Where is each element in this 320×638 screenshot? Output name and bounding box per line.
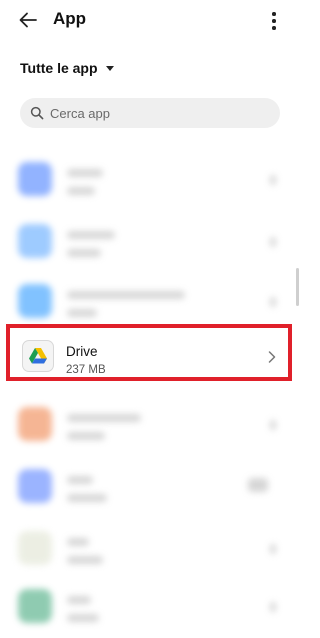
app-icon	[18, 284, 52, 318]
app-name-placeholder	[67, 231, 115, 239]
app-name-placeholder	[67, 169, 103, 177]
chevron-right-icon	[270, 175, 276, 185]
drive-list-item-target[interactable]	[10, 328, 288, 377]
app-size-placeholder	[67, 249, 101, 257]
app-name-placeholder	[67, 291, 185, 299]
list-item[interactable]	[0, 576, 300, 638]
app-icon	[18, 531, 52, 565]
list-item[interactable]	[0, 149, 300, 211]
more-vert-icon	[272, 12, 276, 16]
more-vert-icon	[272, 26, 276, 30]
app-name-placeholder	[67, 414, 141, 422]
app-name-placeholder	[67, 596, 91, 604]
badge-placeholder	[248, 478, 268, 492]
app-size-placeholder	[67, 432, 105, 440]
caret-down-icon	[105, 65, 114, 71]
app-icon	[18, 162, 52, 196]
app-icon	[18, 224, 52, 258]
chevron-right-icon	[270, 544, 276, 554]
app-icon	[18, 469, 52, 503]
app-size-placeholder	[67, 187, 95, 195]
chevron-right-icon	[270, 602, 276, 612]
search-input[interactable]	[50, 98, 270, 128]
more-vert-icon	[272, 19, 276, 23]
scrollbar-thumb[interactable]	[296, 268, 299, 306]
app-icon	[18, 589, 52, 623]
list-item[interactable]	[0, 211, 300, 273]
app-filter-dropdown[interactable]: Tutte le app	[20, 57, 114, 79]
top-app-bar: App	[0, 0, 300, 44]
filter-label: Tutte le app	[20, 60, 98, 76]
arrow-left-icon	[19, 12, 37, 28]
app-icon	[18, 407, 52, 441]
chevron-right-icon	[270, 297, 276, 307]
list-item[interactable]	[0, 518, 300, 580]
list-item[interactable]	[0, 456, 300, 518]
app-name-placeholder	[67, 538, 89, 546]
app-size-placeholder	[67, 614, 99, 622]
back-button[interactable]	[14, 6, 46, 34]
app-name-placeholder	[67, 476, 93, 484]
app-size-placeholder	[67, 556, 103, 564]
search-icon	[30, 106, 44, 120]
chevron-right-icon	[270, 237, 276, 247]
app-size-placeholder	[67, 309, 97, 317]
list-item[interactable]	[0, 394, 300, 456]
page-title: App	[53, 9, 87, 28]
chevron-right-icon	[270, 420, 276, 430]
app-size-placeholder	[67, 494, 107, 502]
search-bar[interactable]	[20, 98, 280, 128]
more-options-button[interactable]	[266, 8, 282, 34]
